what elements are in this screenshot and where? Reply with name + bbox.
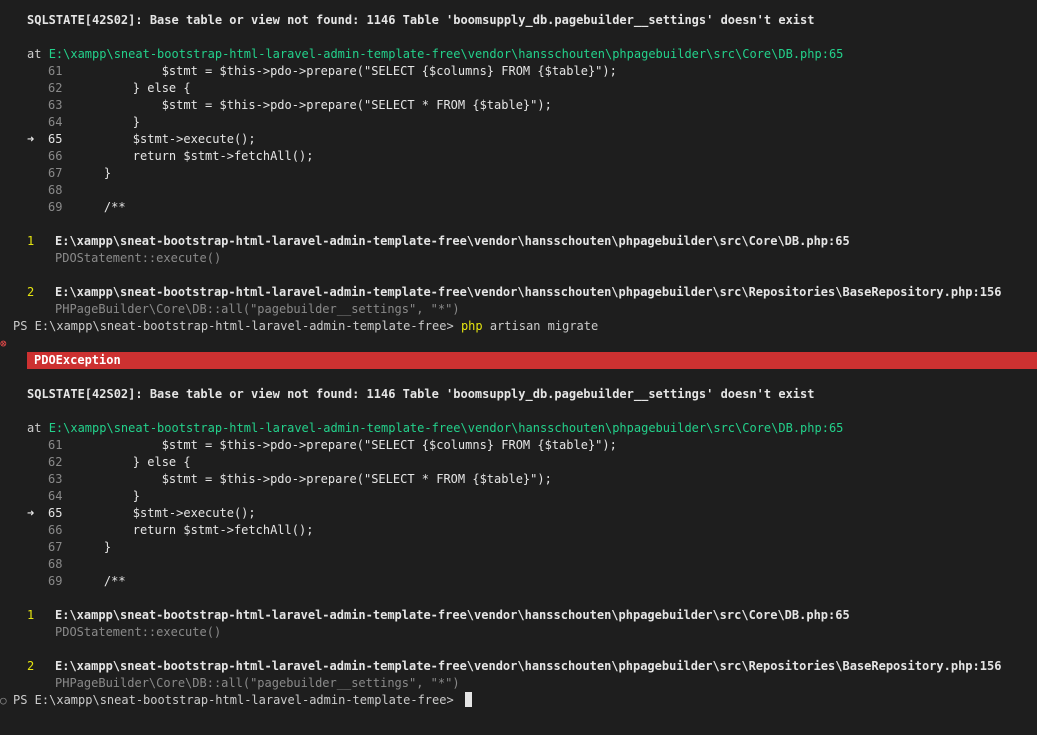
- code-line-number: 63: [48, 472, 63, 486]
- code-line-text-current: $stmt->execute();: [75, 506, 256, 520]
- command-line: PS E:\xampp\sneat-bootstrap-html-laravel…: [13, 318, 598, 335]
- frame-path[interactable]: E:\xampp\sneat-bootstrap-html-laravel-ad…: [55, 233, 850, 250]
- cursor: [464, 692, 472, 707]
- code-line-number: 62: [48, 455, 63, 469]
- frame-index: 2: [27, 285, 35, 299]
- code-line-text: }: [75, 540, 112, 554]
- code-line-number: 68: [48, 183, 63, 197]
- error-location-line: at E:\xampp\sneat-bootstrap-html-laravel…: [27, 46, 843, 63]
- code-line-text: } else {: [75, 81, 191, 95]
- error-location-link[interactable]: E:\xampp\sneat-bootstrap-html-laravel-ad…: [49, 47, 844, 61]
- success-decoration-icon[interactable]: ○: [0, 692, 7, 709]
- code-line-text: }: [75, 115, 141, 129]
- current-line-arrow-icon: ➜: [27, 506, 35, 520]
- error-decoration-icon[interactable]: ⊗: [0, 335, 7, 352]
- code-line-text: }: [75, 166, 112, 180]
- error-message: SQLSTATE[42S02]: Base table or view not …: [27, 13, 815, 27]
- at-prefix: at: [27, 421, 42, 435]
- error-location-link[interactable]: E:\xampp\sneat-bootstrap-html-laravel-ad…: [49, 421, 844, 435]
- frame-index: 2: [27, 659, 35, 673]
- code-line-number: 67: [48, 540, 63, 554]
- code-line-number: 62: [48, 81, 63, 95]
- frame-path[interactable]: E:\xampp\sneat-bootstrap-html-laravel-ad…: [55, 607, 850, 624]
- error-location-line: at E:\xampp\sneat-bootstrap-html-laravel…: [27, 420, 843, 437]
- code-line-number: 61: [48, 64, 63, 78]
- code-line-number: 61: [48, 438, 63, 452]
- current-line-arrow-icon: ➜: [27, 132, 35, 146]
- frame-call: PDOStatement::execute(): [55, 251, 222, 265]
- code-line-number: 64: [48, 489, 63, 503]
- frame-index: 1: [27, 608, 35, 622]
- code-line-text: $stmt = $this->pdo->prepare("SELECT * FR…: [75, 98, 552, 112]
- code-line-text: $stmt = $this->pdo->prepare("SELECT * FR…: [75, 472, 552, 486]
- code-line-text: } else {: [75, 455, 191, 469]
- prompt-text: PS E:\xampp\sneat-bootstrap-html-laravel…: [13, 693, 461, 707]
- prompt-text: PS E:\xampp\sneat-bootstrap-html-laravel…: [13, 319, 461, 333]
- command-keyword: php: [460, 319, 483, 333]
- code-line-text: $stmt = $this->pdo->prepare("SELECT {$co…: [75, 64, 617, 78]
- frame-call: PHPageBuilder\Core\DB::all("pagebuilder_…: [55, 302, 460, 316]
- frame-path[interactable]: E:\xampp\sneat-bootstrap-html-laravel-ad…: [55, 284, 1001, 301]
- code-line-text: }: [75, 489, 141, 503]
- exception-name: PDOException: [34, 353, 121, 367]
- code-line-text-current: $stmt->execute();: [75, 132, 256, 146]
- exception-banner: PDOException: [27, 352, 1037, 369]
- code-line-number: 69: [48, 574, 63, 588]
- code-line-number: 66: [48, 523, 63, 537]
- code-line-number-current: 65: [48, 132, 63, 146]
- code-line-number: 68: [48, 557, 63, 571]
- terminal-output[interactable]: SQLSTATE[42S02]: Base table or view not …: [0, 0, 1037, 735]
- code-line-text: return $stmt->fetchAll();: [75, 149, 314, 163]
- code-line-number: 64: [48, 115, 63, 129]
- code-line-number: 63: [48, 98, 63, 112]
- code-line-text: $stmt = $this->pdo->prepare("SELECT {$co…: [75, 438, 617, 452]
- code-line-text: /**: [75, 200, 126, 214]
- error-message: SQLSTATE[42S02]: Base table or view not …: [27, 387, 815, 401]
- frame-index: 1: [27, 234, 35, 248]
- code-line-number: 66: [48, 149, 63, 163]
- code-line-number: 67: [48, 166, 63, 180]
- code-line-text: /**: [75, 574, 126, 588]
- at-prefix: at: [27, 47, 42, 61]
- frame-call: PHPageBuilder\Core\DB::all("pagebuilder_…: [55, 676, 460, 690]
- code-line-text: return $stmt->fetchAll();: [75, 523, 314, 537]
- code-line-number: 69: [48, 200, 63, 214]
- frame-call: PDOStatement::execute(): [55, 625, 222, 639]
- frame-path[interactable]: E:\xampp\sneat-bootstrap-html-laravel-ad…: [55, 658, 1001, 675]
- code-line-number-current: 65: [48, 506, 63, 520]
- command-args: artisan migrate: [482, 319, 599, 333]
- final-prompt-line[interactable]: PS E:\xampp\sneat-bootstrap-html-laravel…: [13, 692, 472, 709]
